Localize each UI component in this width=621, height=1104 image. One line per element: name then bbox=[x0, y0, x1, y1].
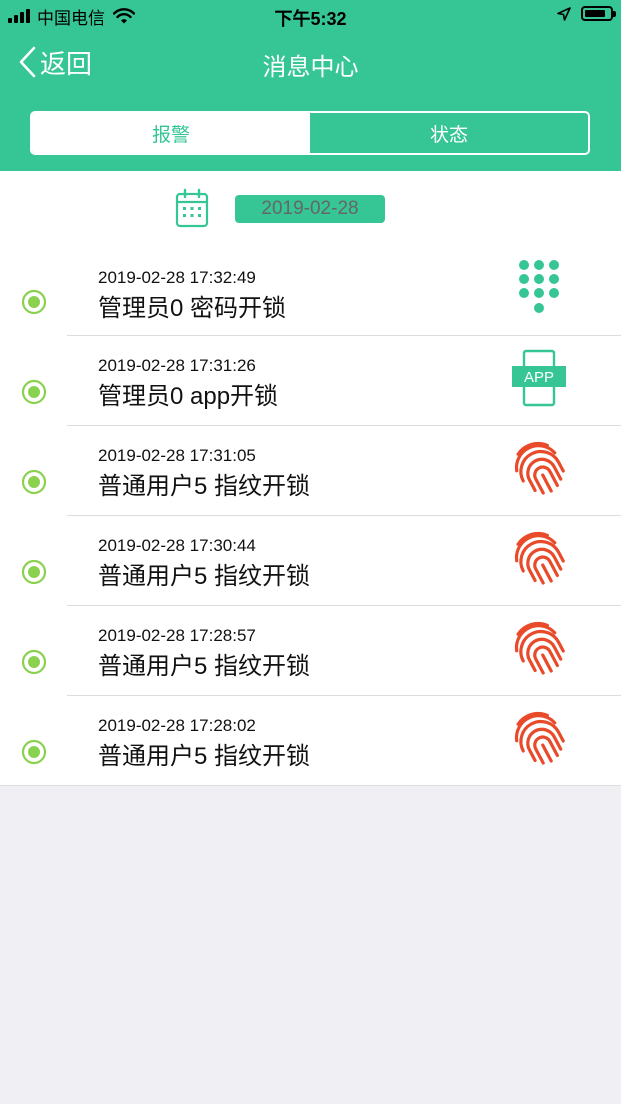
header: 中国电信 下午5:32 返回 消息中心 报警 状态 bbox=[0, 0, 621, 171]
record-text: 管理员0 密码开锁 bbox=[98, 295, 287, 322]
record-text: 管理员0 app开锁 bbox=[98, 383, 279, 410]
message-content: 2019-02-28 2019-02-28 17:32:49 管理员0 密码开锁 bbox=[0, 171, 621, 786]
segmented-control: 报警 状态 bbox=[30, 111, 590, 155]
list-item[interactable]: 2019-02-28 17:31:26 管理员0 app开锁 APP bbox=[0, 336, 621, 426]
record-text: 普通用户5 指纹开锁 bbox=[98, 473, 311, 500]
calendar-icon[interactable] bbox=[175, 188, 209, 228]
app-icon-label: APP bbox=[524, 369, 554, 386]
record-time: 2019-02-28 17:30:44 bbox=[98, 536, 256, 555]
keypad-icon bbox=[519, 260, 559, 313]
tab-alarm[interactable]: 报警 bbox=[32, 113, 310, 153]
status-dot-icon bbox=[21, 469, 47, 495]
status-dot-icon bbox=[21, 649, 47, 675]
list-item[interactable]: 2019-02-28 17:30:44 普通用户5 指纹开锁 bbox=[0, 516, 621, 606]
record-list: 2019-02-28 17:32:49 管理员0 密码开锁 2019-02-28… bbox=[0, 246, 621, 786]
battery-icon bbox=[581, 6, 616, 21]
row-divider bbox=[0, 785, 621, 786]
list-item[interactable]: 2019-02-28 17:32:49 管理员0 密码开锁 bbox=[0, 246, 621, 336]
record-time: 2019-02-28 17:31:05 bbox=[98, 446, 256, 465]
status-time: 下午5:32 bbox=[274, 9, 347, 29]
fingerprint-icon bbox=[514, 711, 565, 765]
status-dot-icon bbox=[21, 379, 47, 405]
record-text: 普通用户5 指纹开锁 bbox=[98, 653, 311, 680]
record-time: 2019-02-28 17:28:02 bbox=[98, 716, 256, 735]
status-dot-icon bbox=[21, 559, 47, 585]
list-item[interactable]: 2019-02-28 17:31:05 普通用户5 指纹开锁 bbox=[0, 426, 621, 516]
record-time: 2019-02-28 17:32:49 bbox=[98, 268, 256, 287]
record-text: 普通用户5 指纹开锁 bbox=[98, 563, 311, 590]
fingerprint-icon bbox=[514, 441, 565, 495]
list-item[interactable]: 2019-02-28 17:28:57 普通用户5 指纹开锁 bbox=[0, 606, 621, 696]
date-selector[interactable]: 2019-02-28 bbox=[235, 195, 385, 223]
location-arrow-icon bbox=[557, 6, 571, 21]
status-dot-icon bbox=[21, 289, 47, 315]
page-title: 消息中心 bbox=[262, 54, 359, 81]
list-item[interactable]: 2019-02-28 17:28:02 普通用户5 指纹开锁 bbox=[0, 696, 621, 786]
record-text: 普通用户5 指纹开锁 bbox=[98, 743, 311, 770]
date-filter-row: 2019-02-28 bbox=[0, 171, 621, 246]
tab-status[interactable]: 状态 bbox=[310, 113, 588, 153]
record-time: 2019-02-28 17:28:57 bbox=[98, 626, 256, 645]
nav-bar: 返回 消息中心 bbox=[0, 38, 621, 88]
fingerprint-icon bbox=[514, 531, 565, 585]
status-right bbox=[557, 6, 616, 21]
status-bar: 中国电信 下午5:32 bbox=[0, 0, 621, 34]
app-icon: APP bbox=[512, 349, 566, 407]
status-dot-icon bbox=[21, 739, 47, 765]
fingerprint-icon bbox=[514, 621, 565, 675]
record-time: 2019-02-28 17:31:26 bbox=[98, 356, 256, 375]
